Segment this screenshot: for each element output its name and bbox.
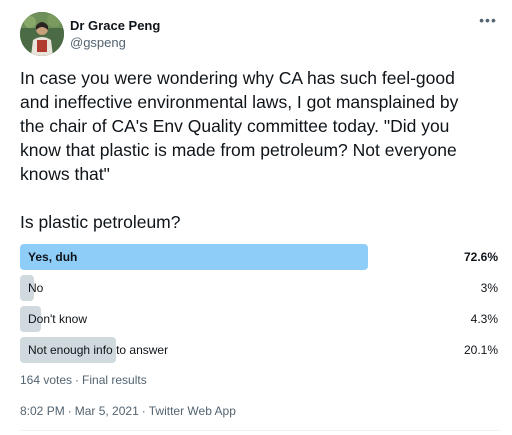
avatar[interactable] bbox=[20, 12, 64, 56]
tweet-date[interactable]: Mar 5, 2021 bbox=[75, 404, 139, 418]
poll-option[interactable]: Don't know 4.3% bbox=[20, 306, 500, 332]
poll-option-label: Yes, duh bbox=[28, 250, 78, 264]
poll-option-percent: 20.1% bbox=[463, 343, 498, 357]
poll-option[interactable]: No 3% bbox=[20, 275, 500, 301]
author-names: Dr Grace Peng @gspeng bbox=[70, 18, 160, 51]
separator-dot: · bbox=[75, 373, 80, 387]
poll-option[interactable]: Not enough info to answer 20.1% bbox=[20, 337, 500, 363]
author-handle[interactable]: @gspeng bbox=[70, 34, 160, 51]
tweet-text: In case you were wondering why CA has su… bbox=[20, 68, 459, 184]
more-options-icon[interactable]: ••• bbox=[478, 12, 498, 32]
poll-option-label: Don't know bbox=[28, 312, 87, 326]
poll-option-label: Not enough info to answer bbox=[28, 343, 169, 357]
separator-dot: · bbox=[67, 404, 72, 418]
tweet-card: Dr Grace Peng @gspeng ••• In case you we… bbox=[0, 0, 512, 435]
poll-option-percent: 4.3% bbox=[470, 312, 498, 326]
tweet-time[interactable]: 8:02 PM bbox=[20, 404, 65, 418]
profile-photo-icon bbox=[20, 12, 64, 56]
poll-option-label: No bbox=[28, 281, 44, 295]
divider bbox=[20, 430, 500, 431]
tweet-timestamp: 8:02 PM · Mar 5, 2021 · Twitter Web App bbox=[20, 403, 236, 419]
author-display-name[interactable]: Dr Grace Peng bbox=[70, 18, 160, 34]
poll-status: Final results bbox=[82, 373, 147, 387]
poll-option-percent: 3% bbox=[480, 281, 498, 295]
tweet-client[interactable]: Twitter Web App bbox=[149, 404, 236, 418]
poll: Yes, duh 72.6% No 3% Don't know 4.3% Not… bbox=[20, 244, 500, 368]
poll-option-percent: 72.6% bbox=[463, 250, 498, 264]
poll-question: Is plastic petroleum? bbox=[20, 212, 181, 232]
tweet-header: Dr Grace Peng @gspeng ••• bbox=[20, 12, 498, 60]
poll-option[interactable]: Yes, duh 72.6% bbox=[20, 244, 500, 270]
poll-summary: 164 votes · Final results bbox=[20, 372, 147, 388]
separator-dot: · bbox=[141, 404, 146, 418]
poll-vote-count: 164 votes bbox=[20, 373, 73, 387]
